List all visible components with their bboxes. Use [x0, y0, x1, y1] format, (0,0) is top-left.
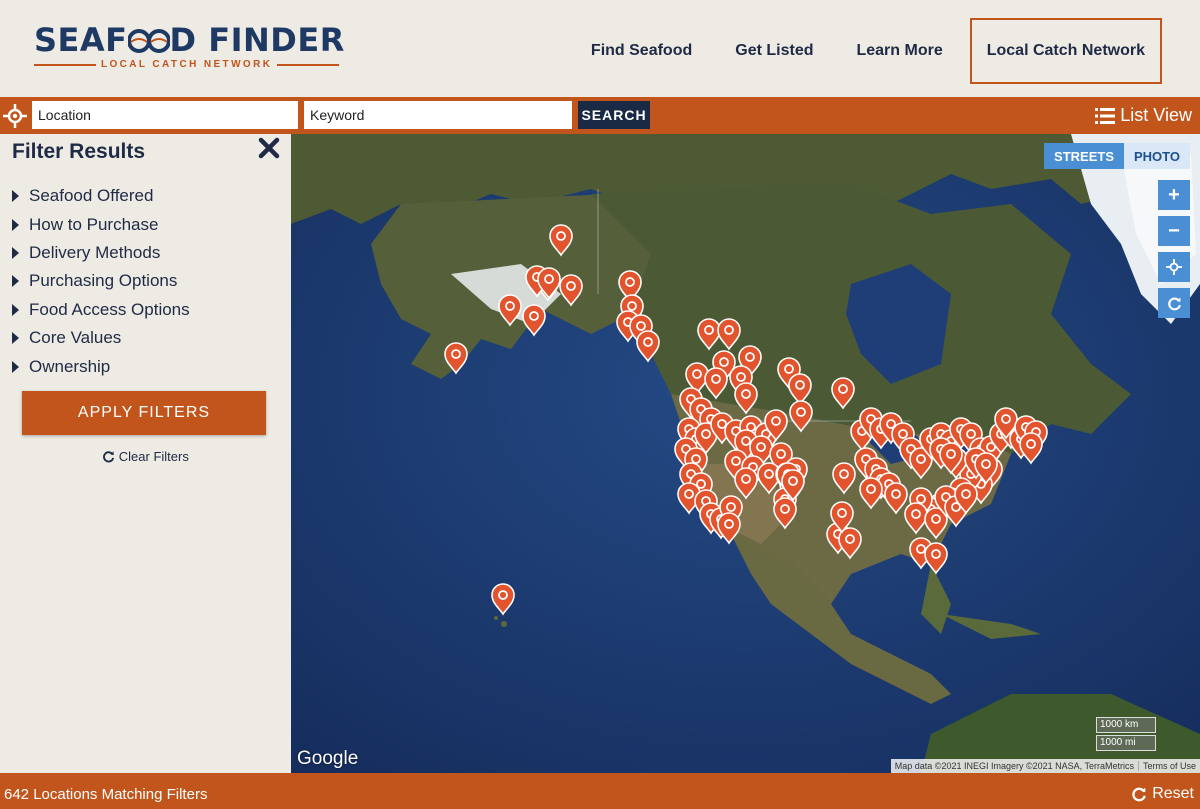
- filter-sidebar: Filter Results Seafood Offered How to Pu…: [0, 134, 291, 773]
- caret-right-icon: [12, 303, 19, 316]
- crosshair-icon: [1166, 259, 1182, 275]
- map-scale: 1000 km 1000 mi: [1096, 715, 1156, 751]
- filter-ownership[interactable]: Ownership: [12, 352, 190, 380]
- clear-filters-link[interactable]: Clear Filters: [0, 448, 291, 464]
- filter-label: Delivery Methods: [29, 242, 161, 262]
- filter-label: Purchasing Options: [29, 271, 178, 291]
- logo-tagline: LOCAL CATCH NETWORK: [101, 59, 273, 70]
- nav-local-catch-network[interactable]: Local Catch Network: [969, 18, 1162, 84]
- minus-icon: −: [1168, 219, 1180, 242]
- filter-food-access-options[interactable]: Food Access Options: [12, 296, 190, 324]
- list-view-button[interactable]: List View: [1095, 105, 1192, 126]
- terms-of-use-link[interactable]: Terms of Use: [1137, 761, 1200, 771]
- clear-filters-label: Clear Filters: [118, 449, 189, 465]
- google-logo: Google: [297, 748, 359, 769]
- plus-icon: +: [1168, 183, 1180, 206]
- map-view[interactable]: STREETS PHOTO + − Google 1000 km 1000 mi…: [291, 134, 1200, 773]
- match-count: 642 Locations Matching Filters: [4, 786, 208, 803]
- zoom-out-button[interactable]: −: [1158, 216, 1190, 246]
- filter-label: Ownership: [29, 356, 111, 376]
- location-input[interactable]: [32, 101, 298, 129]
- nav-learn-more[interactable]: Learn More: [856, 42, 942, 60]
- filter-label: Food Access Options: [29, 299, 190, 319]
- crosshair-icon: [3, 104, 27, 128]
- close-filters-button[interactable]: [258, 137, 282, 161]
- scale-mi: 1000 mi: [1096, 735, 1156, 751]
- refresh-icon: [1167, 297, 1181, 310]
- filter-label: How to Purchase: [29, 214, 159, 234]
- photo-layer-button[interactable]: PHOTO: [1124, 143, 1190, 169]
- nav-find-seafood[interactable]: Find Seafood: [591, 42, 692, 60]
- caret-right-icon: [12, 246, 19, 259]
- nav-get-listed[interactable]: Get Listed: [735, 42, 813, 60]
- logo-rule-left: [34, 63, 96, 66]
- filter-core-values[interactable]: Core Values: [12, 324, 190, 352]
- filter-title: Filter Results: [12, 140, 146, 163]
- logo[interactable]: SEAF D FINDER LOCAL CATCH NETWORK: [34, 22, 345, 70]
- map-attribution: Map data ©2021 INEGI Imagery ©2021 NASA,…: [890, 759, 1200, 773]
- filter-delivery-methods[interactable]: Delivery Methods: [12, 239, 190, 267]
- scale-km: 1000 km: [1096, 717, 1156, 733]
- locate-button[interactable]: [1158, 252, 1190, 282]
- refresh-icon: [103, 451, 115, 463]
- fish-eyes-logo-icon: [126, 29, 171, 53]
- site-header: SEAF D FINDER LOCAL CATCH NETWORK Find Se…: [0, 0, 1200, 97]
- keyword-input[interactable]: [304, 101, 572, 129]
- search-bar: SEARCH List View: [0, 97, 1200, 134]
- filter-how-to-purchase[interactable]: How to Purchase: [12, 210, 190, 238]
- zoom-in-button[interactable]: +: [1158, 180, 1190, 210]
- streets-layer-button[interactable]: STREETS: [1044, 143, 1124, 169]
- logo-wordmark: SEAF D FINDER: [34, 22, 345, 58]
- logo-text-left: SEAF: [34, 21, 128, 59]
- refresh-icon: [1132, 787, 1147, 802]
- list-view-label: List View: [1120, 105, 1192, 125]
- caret-right-icon: [12, 275, 19, 288]
- locate-me-button[interactable]: [0, 101, 30, 131]
- reset-label: Reset: [1152, 785, 1194, 802]
- logo-tagline-row: LOCAL CATCH NETWORK: [34, 59, 345, 70]
- caret-right-icon: [12, 332, 19, 345]
- reset-button[interactable]: Reset: [1131, 785, 1194, 803]
- filter-label: Core Values: [29, 328, 122, 348]
- filter-purchasing-options[interactable]: Purchasing Options: [12, 267, 190, 295]
- attribution-text: Map data ©2021 INEGI Imagery ©2021 NASA,…: [894, 761, 1134, 771]
- caret-right-icon: [12, 360, 19, 373]
- map-layer-toggle: STREETS PHOTO: [1044, 143, 1190, 169]
- logo-text-right: D FINDER: [169, 21, 345, 59]
- filter-seafood-offered[interactable]: Seafood Offered: [12, 182, 190, 210]
- search-button[interactable]: SEARCH: [578, 101, 650, 129]
- caret-right-icon: [12, 218, 19, 231]
- close-icon: [258, 137, 280, 159]
- main-nav: Find Seafood Get Listed Learn More Local…: [548, 18, 1162, 84]
- results-footer: 642 Locations Matching Filters Reset: [0, 773, 1200, 809]
- filter-label: Seafood Offered: [29, 186, 154, 206]
- list-icon: [1095, 107, 1116, 124]
- caret-right-icon: [12, 190, 19, 203]
- logo-rule-right: [277, 63, 340, 66]
- apply-filters-button[interactable]: APPLY FILTERS: [22, 391, 266, 435]
- filter-list: Seafood Offered How to Purchase Delivery…: [12, 182, 190, 381]
- reset-map-button[interactable]: [1158, 288, 1190, 318]
- satellite-basemap: [291, 134, 1200, 773]
